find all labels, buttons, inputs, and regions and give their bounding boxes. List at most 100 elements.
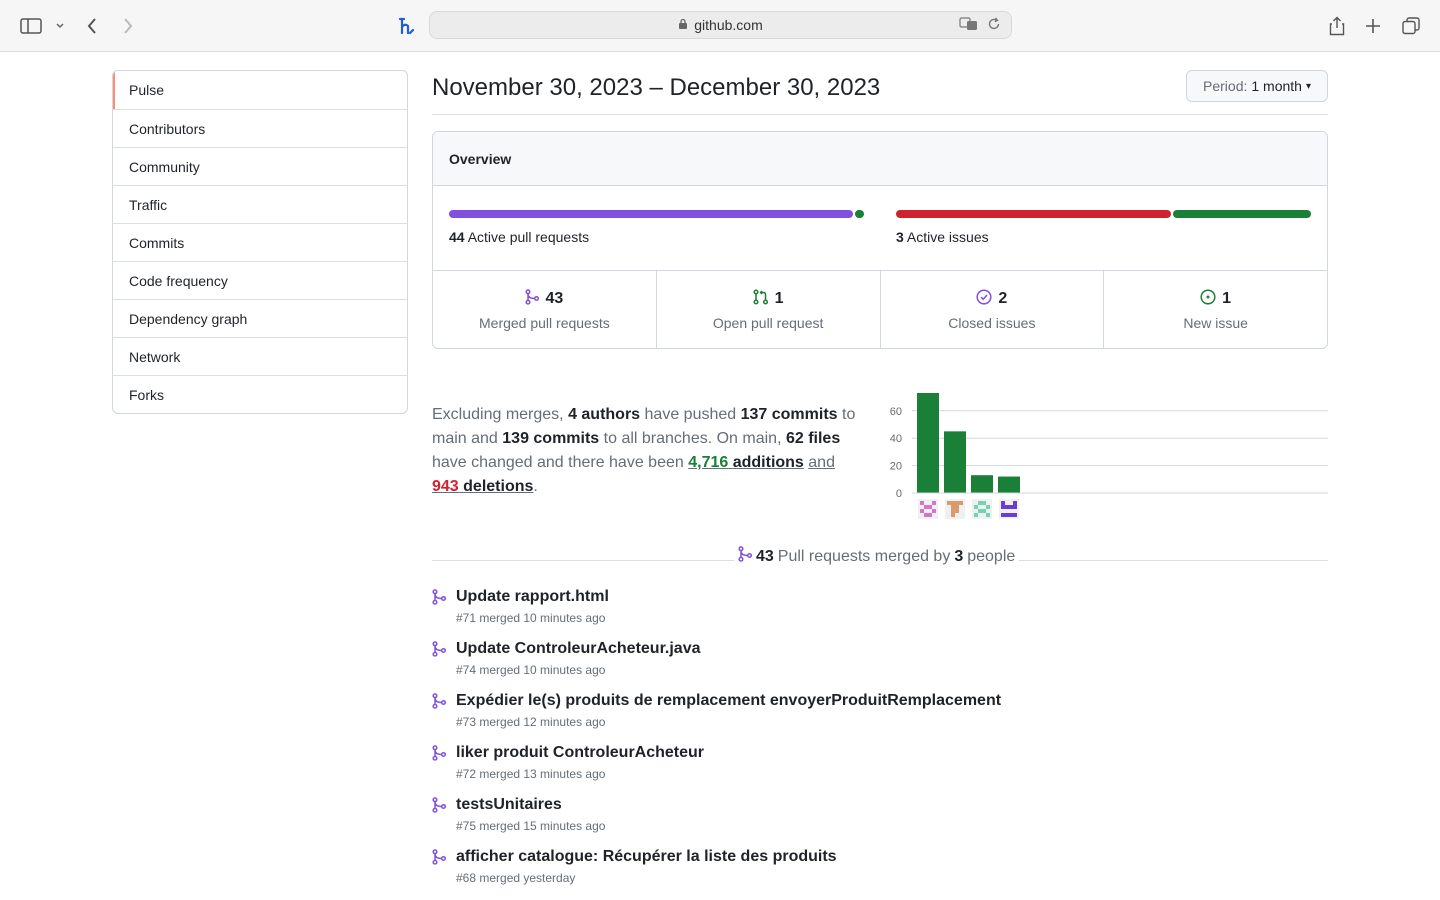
commit-summary: Excluding merges, 4 authors have pushed … [432, 403, 872, 499]
pr-heading-text: Pull requests merged by [777, 547, 951, 565]
avatar-pixel [951, 509, 955, 513]
menu-item-forks[interactable]: Forks [113, 375, 407, 413]
avatar-pixel [920, 501, 924, 505]
back-icon[interactable] [82, 12, 102, 40]
chevron-down-icon[interactable] [52, 12, 68, 40]
active-pull-requests-link[interactable]: 44 Active pull requests [449, 229, 589, 245]
avatar-pixel [1013, 505, 1017, 509]
pull-request-icon [753, 288, 769, 310]
new-issue-label: New issue [1183, 314, 1248, 331]
new-issue-stat[interactable]: 1 New issue [1103, 271, 1327, 348]
issue-ratio-bar [896, 210, 1311, 218]
avatar-pixel [974, 505, 978, 509]
people-count: 3 [954, 547, 964, 565]
summary-text: to all branches. On main, [599, 430, 786, 447]
merged-segment [449, 210, 853, 218]
menu-item-dependency-graph[interactable]: Dependency graph [113, 299, 407, 337]
y-tick-label: 60 [890, 406, 902, 418]
deletions-word: deletions [463, 478, 534, 495]
avatar-pixel [1001, 505, 1005, 509]
tab-overview-icon[interactable] [1400, 12, 1422, 40]
deletions-link[interactable]: 943 deletions [432, 478, 533, 495]
pull-request-title[interactable]: afficher catalogue: Récupérer la liste d… [456, 848, 837, 866]
lock-icon [678, 18, 688, 33]
menu-item-community[interactable]: Community [113, 147, 407, 185]
merged-count: 43 [545, 290, 564, 307]
extension-icon[interactable] [394, 12, 418, 40]
deletions-count: 943 [432, 478, 459, 495]
list-item: testsUnitaires #75 merged 15 minutes ago [432, 794, 1328, 846]
pr-merged-count: 43 [756, 547, 774, 565]
active-issues-link[interactable]: 3 Active issues [896, 229, 989, 245]
menu-item-traffic[interactable]: Traffic [113, 185, 407, 223]
menu-item-pulse[interactable]: Pulse [113, 71, 407, 109]
pull-request-title[interactable]: Expédier le(s) produits de remplacement … [456, 692, 1001, 710]
issue-opened-icon [1200, 288, 1216, 310]
menu-item-commits[interactable]: Commits [113, 223, 407, 261]
chart-bar [971, 475, 993, 493]
avatar-pixel [955, 505, 959, 509]
list-item: Update ControleurAcheteur.java #74 merge… [432, 638, 1328, 690]
pull-request-title[interactable]: testsUnitaires [456, 796, 562, 814]
pull-request-title[interactable]: Update ControleurAcheteur.java [456, 640, 701, 658]
new-issue-count: 1 [1222, 290, 1232, 307]
avatar-pixel [978, 509, 982, 513]
share-icon[interactable] [1326, 12, 1348, 40]
reload-icon[interactable] [987, 17, 1001, 34]
avatar-pixel [1013, 501, 1017, 505]
avatar-pixel [982, 509, 986, 513]
forward-icon[interactable] [118, 12, 138, 40]
pull-request-ratio-bar [449, 210, 864, 218]
merged-label: Merged pull requests [479, 314, 610, 331]
insights-menu: Pulse Contributors Community Traffic Com… [112, 70, 408, 414]
additions-link[interactable]: 4,716 additions [688, 454, 804, 471]
pull-request-title[interactable]: liker produit ControleurAcheteur [456, 744, 704, 762]
sidebar-toggle-icon[interactable] [18, 12, 44, 40]
menu-item-contributors[interactable]: Contributors [113, 109, 407, 147]
avatar-pixel [932, 509, 936, 513]
open-pull-request-stat[interactable]: 1 Open pull request [655, 271, 880, 348]
avatar-pixel [1001, 513, 1005, 517]
period-dropdown[interactable]: Period: 1 month ▾ [1186, 70, 1328, 102]
merge-icon [432, 745, 447, 766]
pull-request-meta: #68 merged yesterday [456, 871, 576, 885]
merged-pull-requests-stat[interactable]: 43 Merged pull requests [433, 271, 656, 348]
new-segment [1173, 210, 1311, 218]
avatar-pixel [951, 501, 955, 505]
list-item: liker produit ControleurAcheteur #72 mer… [432, 742, 1328, 794]
avatar-pixel [951, 513, 955, 517]
commits-all-count: 139 commits [502, 430, 600, 447]
y-tick-label: 20 [890, 461, 902, 473]
translate-icon[interactable] [959, 17, 979, 34]
avatar-pixel [947, 501, 951, 505]
closed-segment [896, 210, 1172, 218]
open-pr-count: 1 [774, 290, 784, 307]
pull-requests-heading: 43 Pull requests merged by 3 people [432, 546, 1328, 567]
avatar-pixel [1013, 513, 1017, 517]
browser-toolbar: github.com [0, 0, 1440, 52]
y-tick-label: 0 [896, 488, 902, 500]
avatar-pixel [1009, 513, 1013, 517]
list-item: Expédier le(s) produits de remplacement … [432, 690, 1328, 742]
active-issues-count: 3 [896, 229, 904, 245]
closed-issues-stat[interactable]: 2 Closed issues [879, 271, 1104, 348]
address-bar[interactable]: github.com [429, 11, 1012, 39]
chart-bar [944, 431, 966, 493]
avatar-pixel [959, 501, 963, 505]
merge-icon [432, 797, 447, 818]
new-tab-icon[interactable] [1362, 12, 1384, 40]
divider [432, 114, 1328, 115]
avatar-pixel [951, 505, 955, 509]
summary-text: have pushed [640, 406, 741, 423]
avatar-pixel [986, 513, 990, 517]
pull-request-title[interactable]: Update rapport.html [456, 588, 609, 606]
summary-text: Excluding merges, [432, 406, 569, 423]
merged-pull-request-list: Update rapport.html #71 merged 10 minute… [432, 586, 1328, 898]
open-segment [854, 210, 864, 218]
overview-title: Overview [433, 132, 1327, 186]
page-title: November 30, 2023 – December 30, 2023 [432, 74, 881, 101]
avatar-pixel [924, 505, 928, 509]
menu-item-code-frequency[interactable]: Code frequency [113, 261, 407, 299]
menu-item-network[interactable]: Network [113, 337, 407, 375]
avatar-pixel [982, 501, 986, 505]
